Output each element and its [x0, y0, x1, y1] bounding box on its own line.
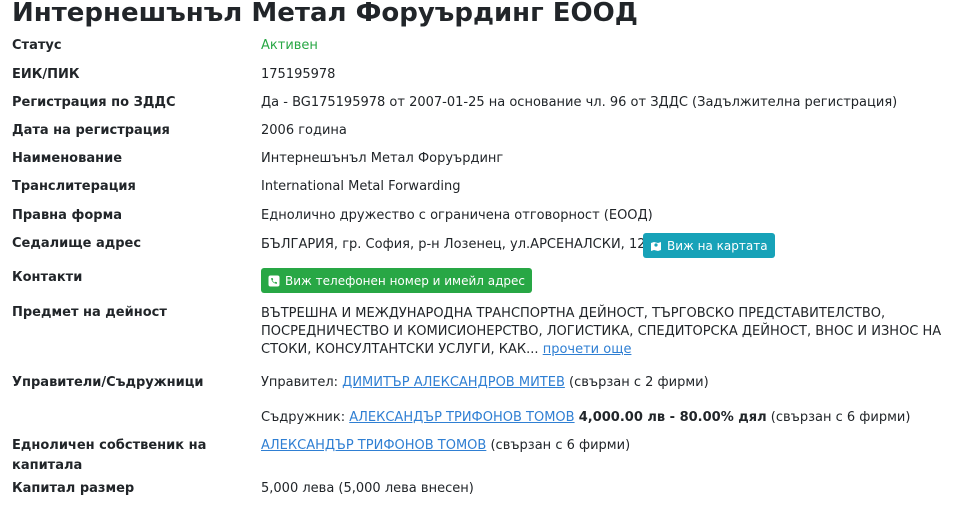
manager-link[interactable]: ДИМИТЪР АЛЕКСАНДРОВ МИТЕВ [342, 375, 565, 390]
partner-row: Съдружник: АЛЕКСАНДЪР ТРИФОНОВ ТОМОВ 4,0… [261, 408, 910, 428]
label-reg-date: Дата на регистрация [12, 123, 170, 138]
map-icon [651, 241, 661, 251]
activity-value: ВЪТРЕШНА И МЕЖДУНАРОДНА ТРАНСПОРТНА ДЕЙН… [261, 305, 961, 359]
manager-prefix: Управител: [261, 375, 339, 390]
sole-owner-link[interactable]: АЛЕКСАНДЪР ТРИФОНОВ ТОМОВ [261, 438, 486, 453]
label-address: Седалище адрес [12, 236, 142, 251]
label-vat: Регистрация по ЗДДС [12, 95, 176, 110]
translit-value: International Metal Forwarding [261, 179, 461, 194]
eik-value: 175195978 [261, 67, 336, 82]
view-contacts-button[interactable]: Виж телефонен номер и имейл адрес [261, 268, 533, 293]
sole-owner-row: АЛЕКСАНДЪР ТРИФОНОВ ТОМОВ (свързан с 6 ф… [261, 436, 630, 456]
label-managers: Управители/Съдружници [12, 375, 204, 390]
partner-suffix: (свързан с 6 фирми) [770, 410, 911, 425]
sole-owner-suffix: (свързан с 6 фирми) [490, 438, 631, 453]
label-name: Наименование [12, 151, 123, 166]
label-translit: Транслитерация [12, 179, 136, 194]
partner-link[interactable]: АЛЕКСАНДЪР ТРИФОНОВ ТОМОВ [349, 410, 574, 425]
manager-suffix: (свързан с 2 фирми) [569, 375, 709, 390]
name-value: Интернешънъл Метал Форуърдинг [261, 151, 504, 166]
label-activity: Предмет на дейност [12, 305, 167, 320]
status-value: Активен [261, 38, 318, 53]
reg-date-value: 2006 година [261, 123, 347, 138]
view-map-button[interactable]: Виж на картата [643, 233, 775, 258]
label-sole-owner-line1: Едноличен собственик на [12, 438, 207, 453]
capital-value: 5,000 лева (5,000 лева внесен) [261, 481, 474, 496]
view-contacts-label: Виж телефонен номер и имейл адрес [285, 273, 526, 288]
legal-form-value: Еднолично дружество с ограничена отговор… [261, 208, 653, 223]
label-legal-form: Правна форма [12, 208, 122, 223]
partner-share: 4,000.00 лв - 80.00% дял [578, 410, 767, 425]
view-map-label: Виж на картата [667, 238, 768, 253]
label-status: Статус [12, 38, 62, 53]
vat-value: Да - BG175195978 от 2007-01-25 на основа… [261, 95, 898, 110]
address-value: БЪЛГАРИЯ, гр. София, р-н Лозенец, ул.АРС… [261, 237, 654, 252]
read-more-link[interactable]: прочети още [543, 342, 632, 357]
label-sole-owner-line2: капитала [12, 458, 83, 473]
phone-square-icon [268, 275, 280, 286]
label-contacts: Контакти [12, 270, 83, 285]
manager-row: Управител: ДИМИТЪР АЛЕКСАНДРОВ МИТЕВ (св… [261, 373, 709, 393]
partner-prefix: Съдружник: [261, 410, 346, 425]
label-capital: Капитал размер [12, 481, 135, 496]
company-title: Интернешънъл Метал Форуърдинг ЕООД [12, 0, 638, 28]
label-eik: ЕИК/ПИК [12, 67, 80, 82]
